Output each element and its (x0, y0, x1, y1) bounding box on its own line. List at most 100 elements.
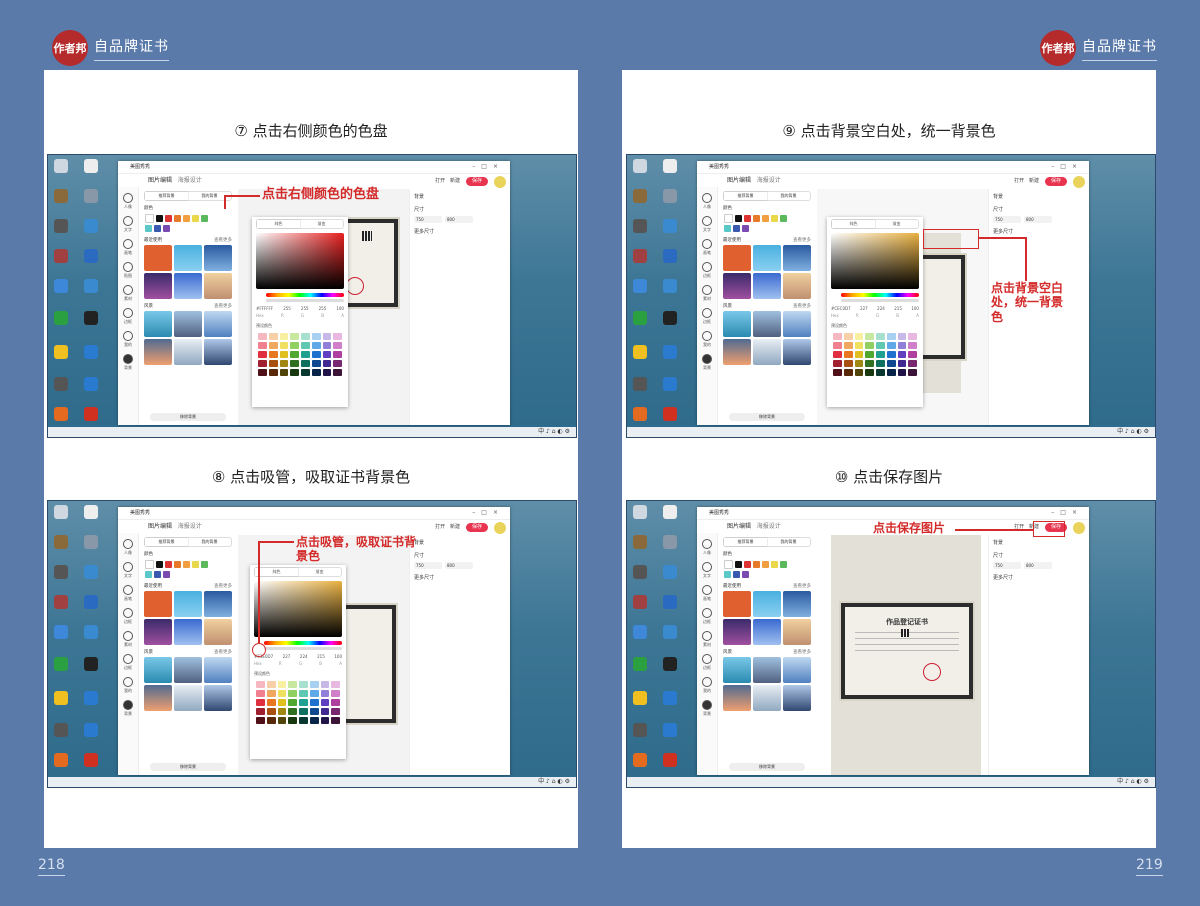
open-button[interactable]: 打开 (435, 524, 445, 530)
window-controls[interactable]: –□× (472, 507, 504, 519)
b-value[interactable]: 255 (319, 306, 327, 311)
more-link-2[interactable]: 查看更多 (214, 649, 232, 655)
avatar[interactable] (1073, 522, 1085, 534)
g-value[interactable]: 255 (301, 306, 309, 311)
rail-text[interactable]: 文字 (118, 227, 138, 233)
b-value[interactable]: 215 (894, 306, 902, 311)
tab-recommended-bg[interactable]: 推荐背景 (724, 192, 767, 200)
rail-text[interactable]: 文字 (697, 227, 717, 233)
more-link[interactable]: 查看更多 (793, 583, 811, 589)
rail-mine[interactable]: 我的 (697, 688, 717, 694)
rail-brush[interactable]: 画笔 (118, 250, 138, 256)
new-button[interactable]: 新建 (1029, 178, 1039, 184)
rail-portrait[interactable]: 人像 (118, 550, 138, 556)
rail-border[interactable]: 边框 (697, 619, 717, 625)
tab-recommended-bg[interactable]: 推荐背景 (724, 538, 767, 546)
tab-my-bg[interactable]: 我的背景 (767, 192, 810, 200)
preset-palette[interactable] (833, 333, 917, 376)
a-value[interactable]: 100 (911, 306, 919, 311)
new-button[interactable]: 新建 (450, 178, 460, 184)
rail-frame[interactable]: 边框 (118, 665, 138, 671)
picker-tab-gradient[interactable]: 渐变 (875, 220, 918, 228)
rail-portrait[interactable]: 人像 (118, 204, 138, 210)
rail-background[interactable]: 背景 (697, 711, 717, 717)
rail-border[interactable]: 边框 (118, 619, 138, 625)
r-value[interactable]: 255 (283, 306, 291, 311)
preset-palette[interactable] (256, 681, 340, 724)
alpha-slider[interactable] (264, 647, 342, 650)
picker-tab-gradient[interactable]: 渐变 (300, 220, 343, 228)
rail-portrait[interactable]: 人像 (697, 550, 717, 556)
more-link[interactable]: 查看更多 (793, 237, 811, 243)
height-field[interactable]: 800 (1024, 562, 1052, 569)
remove-bg-button[interactable]: 移除背景 (150, 413, 226, 421)
alpha-slider[interactable] (266, 299, 344, 302)
rail-mine[interactable]: 我的 (697, 342, 717, 348)
window-controls[interactable]: –□× (472, 161, 504, 173)
r-value[interactable]: 227 (283, 654, 291, 659)
save-button[interactable]: 保存 (465, 177, 488, 186)
picker-tab-solid[interactable]: 纯色 (832, 220, 875, 228)
open-button[interactable]: 打开 (435, 178, 445, 184)
gradient-box[interactable] (254, 581, 342, 637)
tab-recommended-bg[interactable]: 推荐背景 (145, 192, 188, 200)
tab-poster[interactable]: 海报设计 (757, 177, 781, 184)
rail-mine[interactable]: 我的 (118, 688, 138, 694)
picker-tab-solid[interactable]: 纯色 (257, 220, 300, 228)
rail-portrait[interactable]: 人像 (697, 204, 717, 210)
avatar[interactable] (494, 522, 506, 534)
gradient-box[interactable] (831, 233, 919, 289)
rail-background[interactable]: 背景 (118, 711, 138, 717)
tab-poster[interactable]: 海报设计 (178, 523, 202, 530)
rail-sticker[interactable]: 贴图 (118, 273, 138, 279)
rail-brush[interactable]: 画笔 (118, 596, 138, 602)
more-size[interactable]: 更多尺寸 (993, 574, 1089, 581)
hue-slider[interactable] (264, 641, 342, 645)
preset-palette[interactable] (258, 333, 342, 376)
rail-text[interactable]: 文字 (118, 573, 138, 579)
rail-material[interactable]: 素材 (118, 296, 138, 302)
window-controls[interactable]: –□× (1051, 161, 1083, 173)
avatar[interactable] (494, 176, 506, 188)
tab-image-edit[interactable]: 图片编辑 (148, 523, 172, 530)
rail-background[interactable]: 背景 (697, 365, 717, 371)
save-button[interactable]: 保存 (1044, 177, 1067, 186)
rail-brush[interactable]: 画笔 (697, 250, 717, 256)
more-size[interactable]: 更多尺寸 (993, 228, 1089, 235)
gradient-box[interactable] (256, 233, 344, 289)
more-link[interactable]: 查看更多 (214, 237, 232, 243)
rail-text[interactable]: 文字 (697, 573, 717, 579)
g-value[interactable]: 224 (877, 306, 885, 311)
more-link-2[interactable]: 查看更多 (214, 303, 232, 309)
open-button[interactable]: 打开 (1014, 178, 1024, 184)
width-field[interactable]: 750 (993, 216, 1021, 223)
height-field[interactable]: 800 (445, 562, 473, 569)
remove-bg-button[interactable]: 移除背景 (150, 763, 226, 771)
canvas-area[interactable]: 作品登记证书 (831, 535, 981, 775)
r-value[interactable]: 227 (860, 306, 868, 311)
remove-bg-button[interactable]: 移除背景 (729, 413, 805, 421)
save-button[interactable]: 保存 (465, 523, 488, 532)
tab-image-edit[interactable]: 图片编辑 (727, 523, 751, 530)
tab-my-bg[interactable]: 我的背景 (767, 538, 810, 546)
tab-recommended-bg[interactable]: 推荐背景 (145, 538, 188, 546)
hue-slider[interactable] (266, 293, 344, 297)
tab-image-edit[interactable]: 图片编辑 (727, 177, 751, 184)
remove-bg-button[interactable]: 移除背景 (729, 763, 805, 771)
rail-border[interactable]: 边框 (697, 273, 717, 279)
width-field[interactable]: 750 (414, 216, 442, 223)
height-field[interactable]: 800 (445, 216, 473, 223)
hue-slider[interactable] (841, 293, 919, 297)
tab-poster[interactable]: 海报设计 (178, 177, 202, 184)
avatar[interactable] (1073, 176, 1085, 188)
new-button[interactable]: 新建 (450, 524, 460, 530)
rail-frame[interactable]: 边框 (697, 319, 717, 325)
alpha-slider[interactable] (841, 299, 919, 302)
hex-value[interactable]: #CEC0D7 (831, 306, 851, 311)
tab-poster[interactable]: 海报设计 (757, 523, 781, 530)
rail-frame[interactable]: 边框 (118, 319, 138, 325)
g-value[interactable]: 224 (300, 654, 308, 659)
tab-my-bg[interactable]: 我的背景 (188, 538, 231, 546)
a-value[interactable]: 100 (336, 306, 344, 311)
rail-background[interactable]: 背景 (118, 365, 138, 371)
